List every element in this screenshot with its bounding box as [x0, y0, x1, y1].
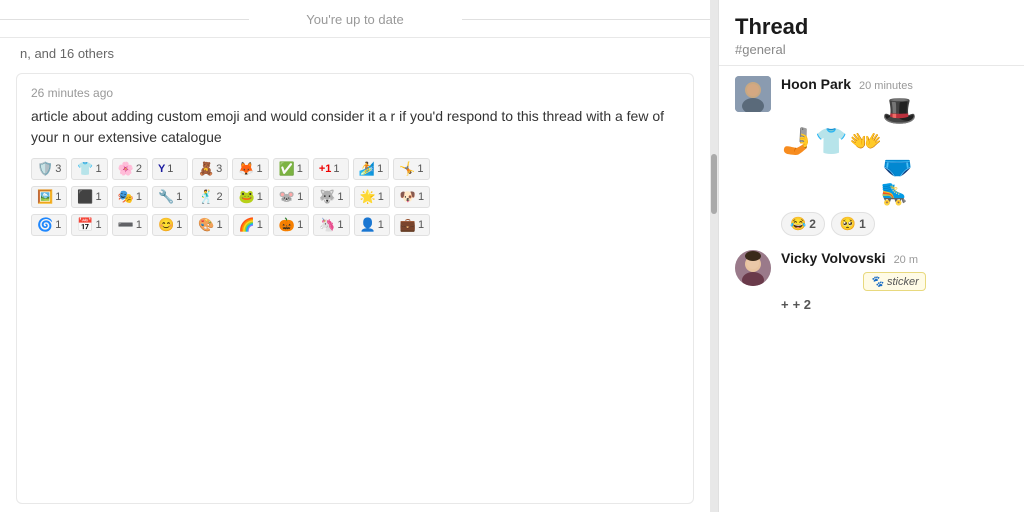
- reaction-pill[interactable]: 🐭1: [273, 186, 309, 208]
- reaction-count: 1: [859, 217, 866, 231]
- reaction-pill[interactable]: 🏄1: [353, 158, 389, 180]
- up-to-date-bar: You're up to date: [0, 0, 710, 38]
- plus-reaction[interactable]: + + 2: [781, 297, 1008, 312]
- reaction-group-hoon: 😂 2 🥺 1: [781, 212, 1008, 236]
- message-time: 26 minutes ago: [31, 86, 679, 100]
- thread-channel: #general: [735, 42, 1008, 57]
- sticker-image: 🐾 sticker: [781, 270, 1008, 293]
- reaction-row-2: 🖼️1 ⬛1 🎭1 🔧1 🕺2 🐸1 🐭1 🐺1 🌟1 🐶1: [31, 186, 679, 208]
- reaction-count: 2: [809, 217, 816, 231]
- message-text: article about adding custom emoji and wo…: [31, 106, 679, 148]
- message-card: 26 minutes ago article about adding cust…: [16, 73, 694, 504]
- reaction-pill[interactable]: 🌀1: [31, 214, 67, 236]
- timestamp-vicky: 20 m: [894, 254, 918, 266]
- reaction-pill[interactable]: +11: [313, 158, 349, 180]
- reaction-pill[interactable]: 🎭1: [112, 186, 148, 208]
- reaction-row-3: 🌀1 📅1 ➖1 😊1 🎨1 🌈1 🎃1 🦄1 👤1 💼1: [31, 214, 679, 236]
- reaction-pill[interactable]: 🦄1: [313, 214, 349, 236]
- reaction-pill[interactable]: 🔧1: [152, 186, 188, 208]
- reaction-pill[interactable]: 🎃1: [273, 214, 309, 236]
- reaction-emoji: 😂: [790, 216, 806, 232]
- reaction-pill[interactable]: 🤸1: [393, 158, 429, 180]
- plus-icon: +: [781, 297, 789, 312]
- reaction-pill[interactable]: 🐸1: [233, 186, 269, 208]
- username-vicky: Vicky Volvovski: [781, 250, 886, 266]
- thread-header: Thread #general: [719, 0, 1024, 66]
- thread-title: Thread: [735, 14, 1008, 40]
- sticker-label: 🐾 sticker: [863, 272, 926, 291]
- reaction-pill[interactable]: 🛡️3: [31, 158, 67, 180]
- scroll-divider: [710, 0, 718, 512]
- plus-count: + 2: [793, 297, 811, 312]
- message-meta-hoon: Hoon Park 20 minutes: [781, 76, 1008, 92]
- reaction-pill[interactable]: 🧸3: [192, 158, 228, 180]
- reaction-badge-laugh[interactable]: 😂 2: [781, 212, 825, 236]
- message-body-hoon: Hoon Park 20 minutes 🎩 🤳👕👐 🩲 🛼 😂 2: [781, 76, 1008, 236]
- reaction-emoji: 🥺: [840, 216, 856, 232]
- reaction-pill[interactable]: 🌟1: [354, 186, 390, 208]
- reaction-pill[interactable]: 🖼️1: [31, 186, 67, 208]
- avatar-vicky: [735, 250, 771, 286]
- message-body-vicky: Vicky Volvovski 20 m 🐾 sticker + + 2: [781, 250, 1008, 312]
- reaction-badge-sad[interactable]: 🥺 1: [831, 212, 875, 236]
- reaction-pill[interactable]: 💼1: [394, 214, 430, 236]
- thread-message-hoon: Hoon Park 20 minutes 🎩 🤳👕👐 🩲 🛼 😂 2: [735, 76, 1008, 236]
- reaction-pill[interactable]: 🕺2: [192, 186, 228, 208]
- scroll-thumb[interactable]: [711, 154, 717, 214]
- emoji-art: 🎩 🤳👕👐 🩲 🛼: [781, 96, 1008, 206]
- up-to-date-text: You're up to date: [306, 12, 403, 27]
- reaction-pill[interactable]: Y1: [152, 158, 188, 180]
- reaction-pill[interactable]: 🦊1: [232, 158, 268, 180]
- timestamp-hoon: 20 minutes: [859, 80, 913, 92]
- reaction-pill[interactable]: 🌸2: [112, 158, 148, 180]
- thread-messages: Hoon Park 20 minutes 🎩 🤳👕👐 🩲 🛼 😂 2: [719, 66, 1024, 512]
- username-hoon: Hoon Park: [781, 76, 851, 92]
- reaction-pill[interactable]: 🌈1: [233, 214, 269, 236]
- reaction-pill[interactable]: ➖1: [112, 214, 148, 236]
- main-chat-panel: You're up to date n, and 16 others 26 mi…: [0, 0, 710, 512]
- reaction-pill[interactable]: 🎨1: [192, 214, 228, 236]
- reaction-pill[interactable]: 🐶1: [394, 186, 430, 208]
- emoji-reactions: 🛡️3 👕1 🌸2 Y1 🧸3 🦊1 ✅1 +11 🏄1 🤸1 🖼️1 ⬛1 🎭…: [31, 158, 679, 238]
- reaction-pill[interactable]: ✅1: [273, 158, 309, 180]
- others-label: n, and 16 others: [0, 38, 710, 65]
- thread-message-vicky: Vicky Volvovski 20 m 🐾 sticker + + 2: [735, 250, 1008, 312]
- reaction-pill[interactable]: ⬛1: [71, 186, 107, 208]
- avatar-hoon: [735, 76, 771, 112]
- reaction-pill[interactable]: 🐺1: [313, 186, 349, 208]
- reaction-pill[interactable]: 👕1: [71, 158, 107, 180]
- reaction-pill[interactable]: 😊1: [152, 214, 188, 236]
- reaction-pill[interactable]: 📅1: [71, 214, 107, 236]
- message-meta-vicky: Vicky Volvovski 20 m: [781, 250, 1008, 266]
- reaction-row-1: 🛡️3 👕1 🌸2 Y1 🧸3 🦊1 ✅1 +11 🏄1 🤸1: [31, 158, 679, 180]
- reaction-pill[interactable]: 👤1: [354, 214, 390, 236]
- thread-panel: Thread #general Hoon Park 20 minutes: [718, 0, 1024, 512]
